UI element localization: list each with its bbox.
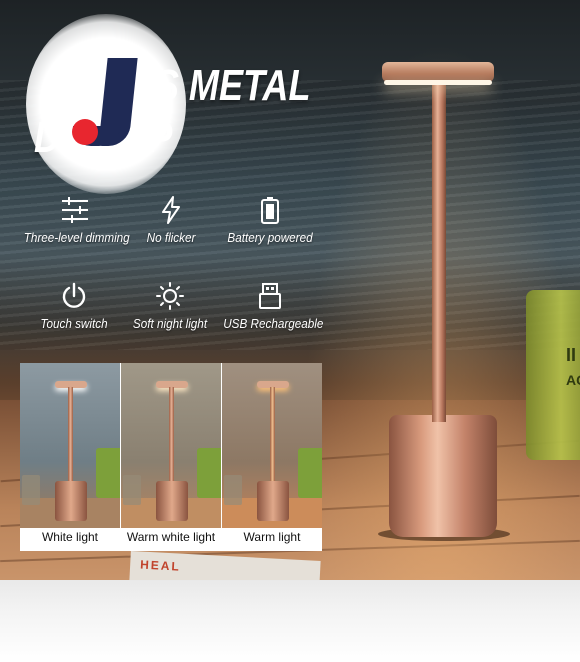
feature-label: Three-level dimming — [23, 230, 130, 245]
battery-icon — [261, 197, 279, 224]
feature-label: USB Rechargeable — [223, 316, 324, 331]
warm-light-caption: Warm light — [243, 530, 301, 544]
feature-battery: Battery powered — [220, 196, 320, 245]
bottom-fade — [0, 580, 580, 662]
product-banner: II AC HEAL SS METAL D LAMP Three-level d… — [0, 0, 580, 580]
power-icon — [62, 282, 86, 308]
lamp-stem — [432, 82, 446, 422]
jar-label: II — [566, 345, 577, 365]
warm-light-photo — [222, 363, 322, 528]
feature-dimming: Three-level dimming — [18, 196, 132, 245]
feature-touch-switch: Touch switch — [30, 282, 118, 331]
jar-label-2: AC — [566, 372, 580, 388]
brand-logo-dot — [72, 119, 98, 145]
sun-icon — [156, 282, 184, 310]
white-light-photo — [20, 363, 120, 528]
lamp-base — [389, 415, 497, 537]
lamp-light-strip — [384, 80, 492, 85]
light-modes-panel: White light Warm white light Warm light — [20, 363, 322, 551]
feature-label: No flicker — [146, 230, 196, 245]
lightning-icon — [162, 196, 180, 224]
usb-icon — [259, 283, 281, 309]
sliders-icon — [62, 197, 88, 223]
feature-label: Touch switch — [40, 316, 108, 331]
feature-label: Battery powered — [227, 230, 313, 245]
warm-white-light-caption: Warm white light — [126, 530, 216, 544]
feature-usb: USB Rechargeable — [218, 282, 324, 331]
feature-no-flicker: No flicker — [132, 196, 210, 245]
feature-night-light: Soft night light — [124, 282, 216, 331]
white-light-caption: White light — [41, 530, 99, 544]
lamp-head — [382, 62, 494, 82]
feature-label: Soft night light — [132, 316, 208, 331]
warm-white-light-photo — [121, 363, 221, 528]
